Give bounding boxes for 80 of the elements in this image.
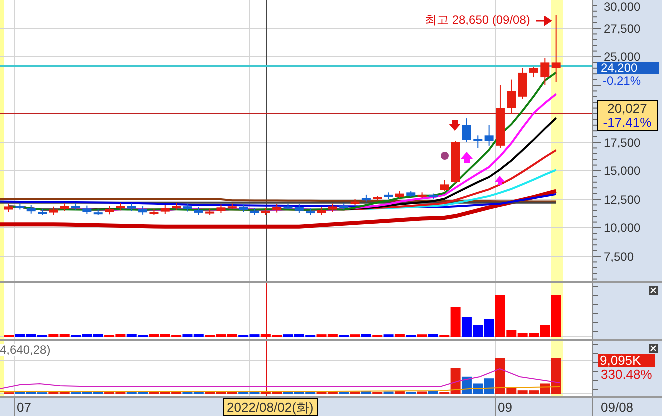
candlestick	[428, 193, 438, 200]
price-axis-label: 25,000	[604, 51, 641, 63]
current-price-label: 24,200	[597, 62, 659, 74]
price-axis-label: 7,500	[604, 250, 634, 262]
candlestick	[362, 194, 371, 202]
cursor-price-label: 20,027	[606, 102, 648, 116]
date-axis-label: 09	[498, 401, 512, 414]
candlestick	[250, 208, 260, 216]
candlestick	[60, 203, 70, 212]
candlestick	[72, 203, 81, 211]
price-change-label: -0.21%	[603, 75, 642, 87]
date-axis-label: 09/08	[601, 401, 634, 414]
candlestick	[484, 124, 494, 146]
high-price-annotation: 최고 28,650 (09/08)	[425, 14, 530, 26]
candlestick	[474, 135, 483, 149]
candlestick	[384, 192, 394, 200]
up-arrow-icon	[461, 152, 473, 163]
candlestick	[4, 203, 14, 213]
candlestick	[284, 203, 293, 210]
close-icon[interactable]	[649, 286, 658, 295]
indicator-ratio-label: 330.48%	[601, 368, 652, 381]
candlestick	[328, 203, 338, 213]
indicator-legend: 4,640,28)	[0, 344, 51, 356]
candlestick	[340, 203, 349, 210]
candlestick	[306, 208, 316, 216]
candlestick	[49, 206, 58, 216]
candlestick	[418, 192, 427, 199]
candlestick	[462, 118, 472, 143]
candlestick	[183, 203, 192, 212]
candlestick	[395, 191, 404, 199]
candlestick	[552, 14, 561, 83]
candlestick	[38, 208, 47, 216]
crosshair-line	[266, 341, 268, 396]
candlestick	[451, 140, 460, 184]
candlestick	[261, 208, 270, 216]
candlestick	[82, 205, 92, 215]
candlestick	[138, 206, 148, 216]
candlestick	[350, 199, 360, 206]
candlestick	[530, 66, 538, 78]
candlestick	[160, 204, 170, 215]
close-icon[interactable]	[649, 344, 658, 353]
candlestick	[150, 208, 159, 216]
candlestick	[16, 203, 25, 210]
cursor-change-label: -17.41%	[602, 116, 653, 130]
candlestick	[105, 206, 114, 216]
price-axis-label: 10,000	[604, 222, 641, 234]
price-axis-label: 12,500	[604, 194, 641, 206]
price-axis-label: 27,500	[604, 22, 641, 34]
candlestick	[540, 58, 550, 86]
candlestick	[194, 206, 204, 216]
down-arrow-icon	[449, 120, 461, 131]
arrow-icon	[536, 16, 552, 26]
indicator-value-label: 9,095K	[598, 354, 655, 367]
candlestick	[440, 180, 450, 192]
price-axis-label: 17,500	[604, 136, 641, 148]
candlestick	[239, 204, 248, 213]
candlestick	[216, 204, 226, 214]
candlestick	[172, 203, 182, 210]
dot-marker	[441, 152, 449, 160]
candlestick	[94, 209, 103, 216]
price-axis-label: 15,000	[604, 165, 641, 177]
candlestick	[116, 203, 126, 212]
candlestick	[272, 204, 282, 214]
cursor-date-label: 2022/08/02(화)	[223, 398, 318, 416]
candlestick	[373, 196, 382, 202]
candlestick	[294, 204, 304, 214]
up-arrow-icon	[495, 176, 505, 185]
candlestick	[496, 85, 505, 149]
candlestick	[228, 203, 237, 210]
candlestick	[507, 79, 516, 114]
candlestick	[206, 208, 215, 216]
candlestick	[26, 204, 36, 214]
crosshair-line	[266, 283, 268, 339]
candlestick	[406, 191, 416, 198]
date-axis-label: 07	[17, 401, 32, 414]
highlight-band	[0, 283, 4, 339]
candlestick	[127, 203, 136, 212]
candlestick	[317, 207, 326, 216]
price-axis-label: 30,000	[604, 1, 641, 13]
candlestick	[518, 68, 528, 100]
